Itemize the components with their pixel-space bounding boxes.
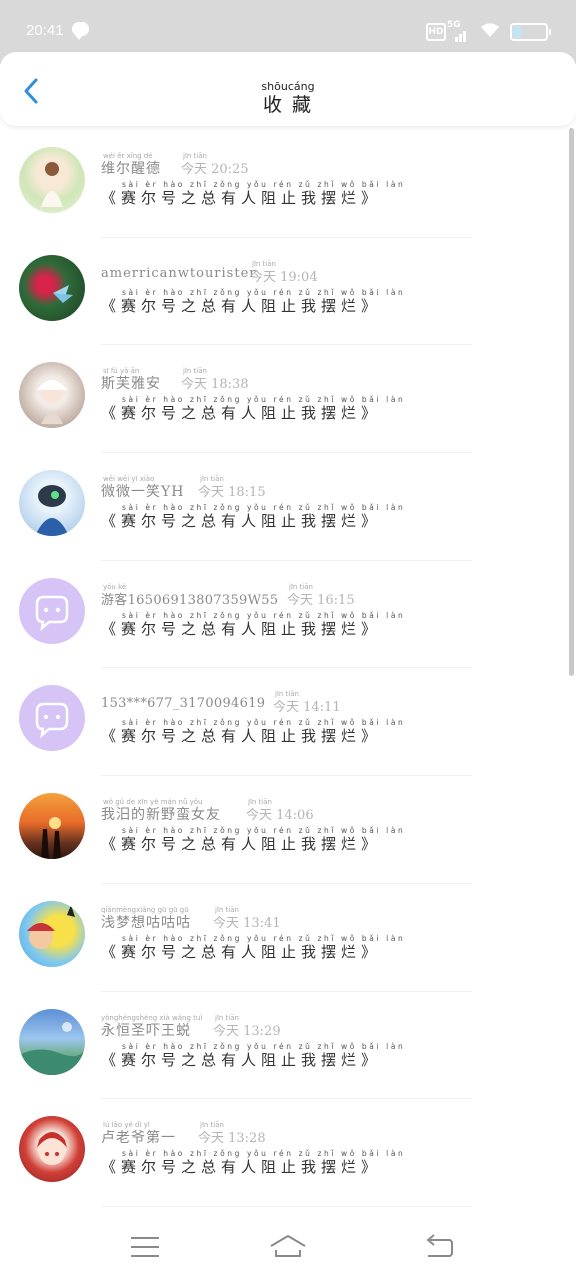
- book-title: 《赛尔号之总有人阻止我摆烂》: [101, 512, 382, 531]
- list-item[interactable]: wēi wēi yī xiào 微微一笑YH jīn tiān 今天 18:15…: [0, 453, 568, 561]
- username: 浅梦想咕咕咕: [101, 914, 191, 931]
- avatar[interactable]: [19, 1008, 85, 1075]
- wifi-icon: [481, 23, 499, 37]
- home-icon[interactable]: [268, 1232, 308, 1262]
- timestamp: 今天 20:25: [181, 162, 249, 177]
- timestamp: 今天 13:41: [213, 915, 281, 931]
- avatar[interactable]: [19, 793, 85, 860]
- book-title: 《赛尔号之总有人阻止我摆烂》: [101, 189, 382, 207]
- page-title: 收 藏: [262, 94, 314, 116]
- timestamp: 今天 16:15: [287, 592, 355, 608]
- avatar[interactable]: [19, 685, 85, 752]
- menu-icon[interactable]: [125, 1232, 165, 1262]
- username: 永恒圣吓王蜕: [101, 1022, 191, 1039]
- username: amerricanwtourister: [101, 265, 257, 281]
- list-item[interactable]: wéi ěr xǐng dé 维尔醒德 jīn tiān 今天 20:25 sà…: [0, 130, 568, 238]
- list-item[interactable]: wǒ gǔ de xīn yě mán nǚ yǒu 我汨的新野蛮女友 jīn …: [0, 776, 568, 884]
- avatar[interactable]: [19, 577, 85, 644]
- avatar[interactable]: [19, 900, 85, 967]
- avatar[interactable]: [19, 362, 85, 429]
- signal-5g-icon: 5G: [447, 20, 469, 42]
- back-icon[interactable]: [420, 1232, 460, 1262]
- avatar[interactable]: [19, 470, 85, 537]
- message-notification-icon: [72, 22, 89, 40]
- avatar[interactable]: [19, 147, 85, 213]
- list-item[interactable]: sī fú yǎ ān 斯芙雅安 jīn tiān 今天 18:38 sài è…: [0, 345, 568, 454]
- network-type-label: 5G: [447, 20, 461, 30]
- username: 卢老爷第一: [101, 1130, 176, 1147]
- list-item[interactable]: yǒnghéngshèng xià wáng tuì 永恒圣吓王蜕 jīn ti…: [0, 992, 568, 1100]
- username: 微微一笑YH: [101, 484, 185, 501]
- username: 我汨的新野蛮女友: [101, 807, 221, 824]
- book-title: 《赛尔号之总有人阻止我摆烂》: [101, 404, 382, 423]
- timestamp: 今天 13:29: [213, 1023, 281, 1039]
- book-title: 《赛尔号之总有人阻止我摆烂》: [101, 942, 382, 961]
- status-time: 20:41: [26, 22, 64, 39]
- timestamp: 今天 13:28: [198, 1131, 266, 1147]
- list-item[interactable]: 153***677_3170094619 jīn tiān 今天 14:11 s…: [0, 668, 568, 777]
- favorites-list: wéi ěr xǐng dé 维尔醒德 jīn tiān 今天 20:25 sà…: [0, 130, 568, 1207]
- book-title: 《赛尔号之总有人阻止我摆烂》: [101, 1050, 382, 1069]
- book-title: 《赛尔号之总有人阻止我摆烂》: [101, 619, 382, 638]
- hd-icon: HD: [426, 23, 446, 41]
- timestamp: 今天 14:06: [246, 808, 314, 824]
- username: 斯芙雅安: [101, 376, 161, 393]
- avatar[interactable]: [19, 1116, 85, 1183]
- book-title: 《赛尔号之总有人阻止我摆烂》: [101, 296, 382, 315]
- timestamp: 今天 19:04: [250, 269, 318, 285]
- book-title: 《赛尔号之总有人阻止我摆烂》: [101, 1158, 382, 1177]
- list-item[interactable]: yóu kè 游客16506913807359W55 jīn tiān 今天 1…: [0, 561, 568, 669]
- system-nav-bar: [0, 1212, 576, 1280]
- username: 维尔醒德: [101, 161, 161, 177]
- timestamp: 今天 18:15: [198, 485, 266, 501]
- username: 153***677_3170094619: [101, 696, 266, 712]
- divider: [101, 1205, 472, 1207]
- username: 游客16506913807359W55: [101, 592, 279, 608]
- list-item[interactable]: lú lǎo yé dì yī 卢老爷第一 jīn tiān 今天 13:28 …: [0, 1099, 568, 1207]
- avatar[interactable]: [19, 254, 85, 321]
- top-header: shōucáng 收 藏: [0, 52, 576, 126]
- book-title: 《赛尔号之总有人阻止我摆烂》: [101, 727, 382, 746]
- list-item[interactable]: amerricanwtourister jīn tiān 今天 19:04 sà…: [0, 238, 568, 346]
- scrollbar[interactable]: [569, 128, 574, 676]
- book-title: 《赛尔号之总有人阻止我摆烂》: [101, 835, 382, 854]
- list-item[interactable]: qiǎnmèngxiǎng gū gū gū 浅梦想咕咕咕 jīn tiān 今…: [0, 884, 568, 992]
- battery-icon: [510, 23, 551, 41]
- timestamp: 今天 18:38: [181, 377, 249, 393]
- timestamp: 今天 14:11: [273, 700, 341, 716]
